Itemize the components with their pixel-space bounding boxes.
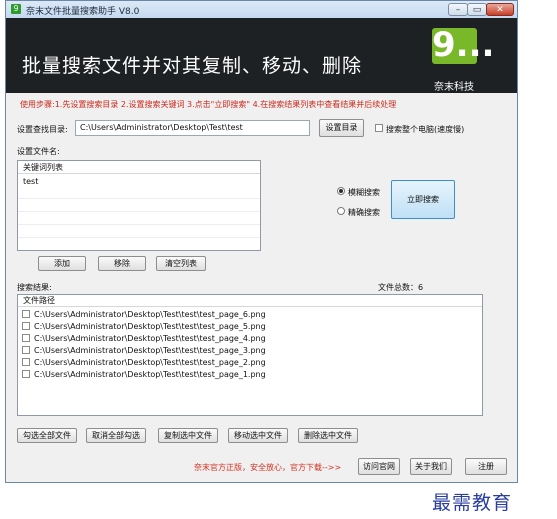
search-now-button[interactable]: 立即搜索 — [391, 180, 455, 219]
results-label: 搜索结果: — [17, 283, 52, 292]
fuzzy-search-radio[interactable] — [337, 187, 345, 195]
close-icon[interactable]: ✕ — [486, 3, 514, 16]
file-path: C:\Users\Administrator\Desktop\Test\test… — [34, 310, 266, 319]
file-path: C:\Users\Administrator\Desktop\Test\test… — [34, 358, 266, 367]
uncheck-all-button[interactable]: 取消全部勾选 — [86, 428, 146, 443]
copy-selected-button[interactable]: 复制选中文件 — [158, 428, 218, 443]
fuzzy-search-label: 模糊搜索 — [348, 188, 380, 197]
file-path: C:\Users\Administrator\Desktop\Test\test… — [34, 370, 266, 379]
official-download-note: 奈末官方正版，安全放心，官方下载-->> — [194, 463, 342, 472]
app-window: 9 奈末文件批量搜索助手 V8.0 – ▭ ✕ 批量搜索文件并对其复制、移动、删… — [5, 0, 518, 483]
file-path: C:\Users\Administrator\Desktop\Test\test… — [34, 322, 266, 331]
minimize-icon[interactable]: – — [448, 3, 468, 16]
app-icon: 9 — [11, 4, 21, 14]
file-checkbox[interactable] — [22, 346, 30, 354]
company-name: 奈末科技 — [434, 82, 474, 93]
company-logo: 9... — [432, 25, 495, 65]
check-all-button[interactable]: 勾选全部文件 — [17, 428, 77, 443]
maximize-icon[interactable]: ▭ — [467, 3, 487, 16]
banner-title: 批量搜索文件并对其复制、移动、删除 — [22, 55, 363, 77]
search-dir-input[interactable]: C:\Users\Administrator\Desktop\Test\test — [75, 120, 310, 136]
keyword-list[interactable]: 关键词列表 test — [17, 160, 261, 251]
file-row[interactable]: C:\Users\Administrator\Desktop\Test\test… — [18, 333, 482, 344]
move-selected-button[interactable]: 移动选中文件 — [228, 428, 288, 443]
remove-keyword-button[interactable]: 移除 — [98, 256, 146, 271]
file-total: 文件总数：6 — [378, 283, 424, 292]
file-checkbox[interactable] — [22, 358, 30, 366]
filename-label: 设置文件名: — [17, 147, 60, 156]
search-dir-label: 设置查找目录: — [17, 125, 68, 134]
keyword-item[interactable]: test — [18, 176, 260, 187]
clear-list-button[interactable]: 清空列表 — [156, 256, 206, 271]
whole-pc-checkbox[interactable] — [375, 124, 383, 132]
register-button[interactable]: 注册 — [465, 458, 507, 475]
keyword-list-header: 关键词列表 — [18, 161, 260, 174]
delete-selected-button[interactable]: 删除选中文件 — [298, 428, 358, 443]
file-row[interactable]: C:\Users\Administrator\Desktop\Test\test… — [18, 357, 482, 368]
file-checkbox[interactable] — [22, 370, 30, 378]
window-title: 奈末文件批量搜索助手 V8.0 — [26, 7, 140, 17]
file-path: C:\Users\Administrator\Desktop\Test\test… — [34, 346, 266, 355]
results-column-header: 文件路径 — [18, 295, 482, 307]
watermark-text: 最需教育 — [432, 492, 513, 514]
about-us-button[interactable]: 关于我们 — [410, 458, 452, 475]
logo-mark: 9... — [432, 25, 495, 65]
title-bar[interactable]: 9 奈末文件批量搜索助手 V8.0 – ▭ ✕ — [6, 1, 517, 19]
file-row[interactable]: C:\Users\Administrator\Desktop\Test\test… — [18, 309, 482, 320]
results-list[interactable]: 文件路径 C:\Users\Administrator\Desktop\Test… — [17, 294, 483, 416]
usage-steps: 使用步骤:1.先设置搜索目录 2.设置搜索关键词 3.点击"立即搜索" 4.在搜… — [20, 100, 397, 109]
file-row[interactable]: C:\Users\Administrator\Desktop\Test\test… — [18, 345, 482, 356]
file-row[interactable]: C:\Users\Administrator\Desktop\Test\test… — [18, 321, 482, 332]
file-path: C:\Users\Administrator\Desktop\Test\test… — [34, 334, 266, 343]
visit-site-button[interactable]: 访问官网 — [358, 458, 400, 475]
set-directory-button[interactable]: 设置目录 — [319, 119, 364, 137]
file-row[interactable]: C:\Users\Administrator\Desktop\Test\test… — [18, 369, 482, 380]
exact-search-radio[interactable] — [337, 207, 345, 215]
banner: 批量搜索文件并对其复制、移动、删除 9... 奈末科技 — [6, 18, 517, 93]
file-checkbox[interactable] — [22, 310, 30, 318]
file-checkbox[interactable] — [22, 322, 30, 330]
file-checkbox[interactable] — [22, 334, 30, 342]
whole-pc-label: 搜索整个电脑(速度慢) — [386, 125, 465, 134]
add-keyword-button[interactable]: 添加 — [38, 256, 86, 271]
exact-search-label: 精确搜索 — [348, 208, 380, 217]
